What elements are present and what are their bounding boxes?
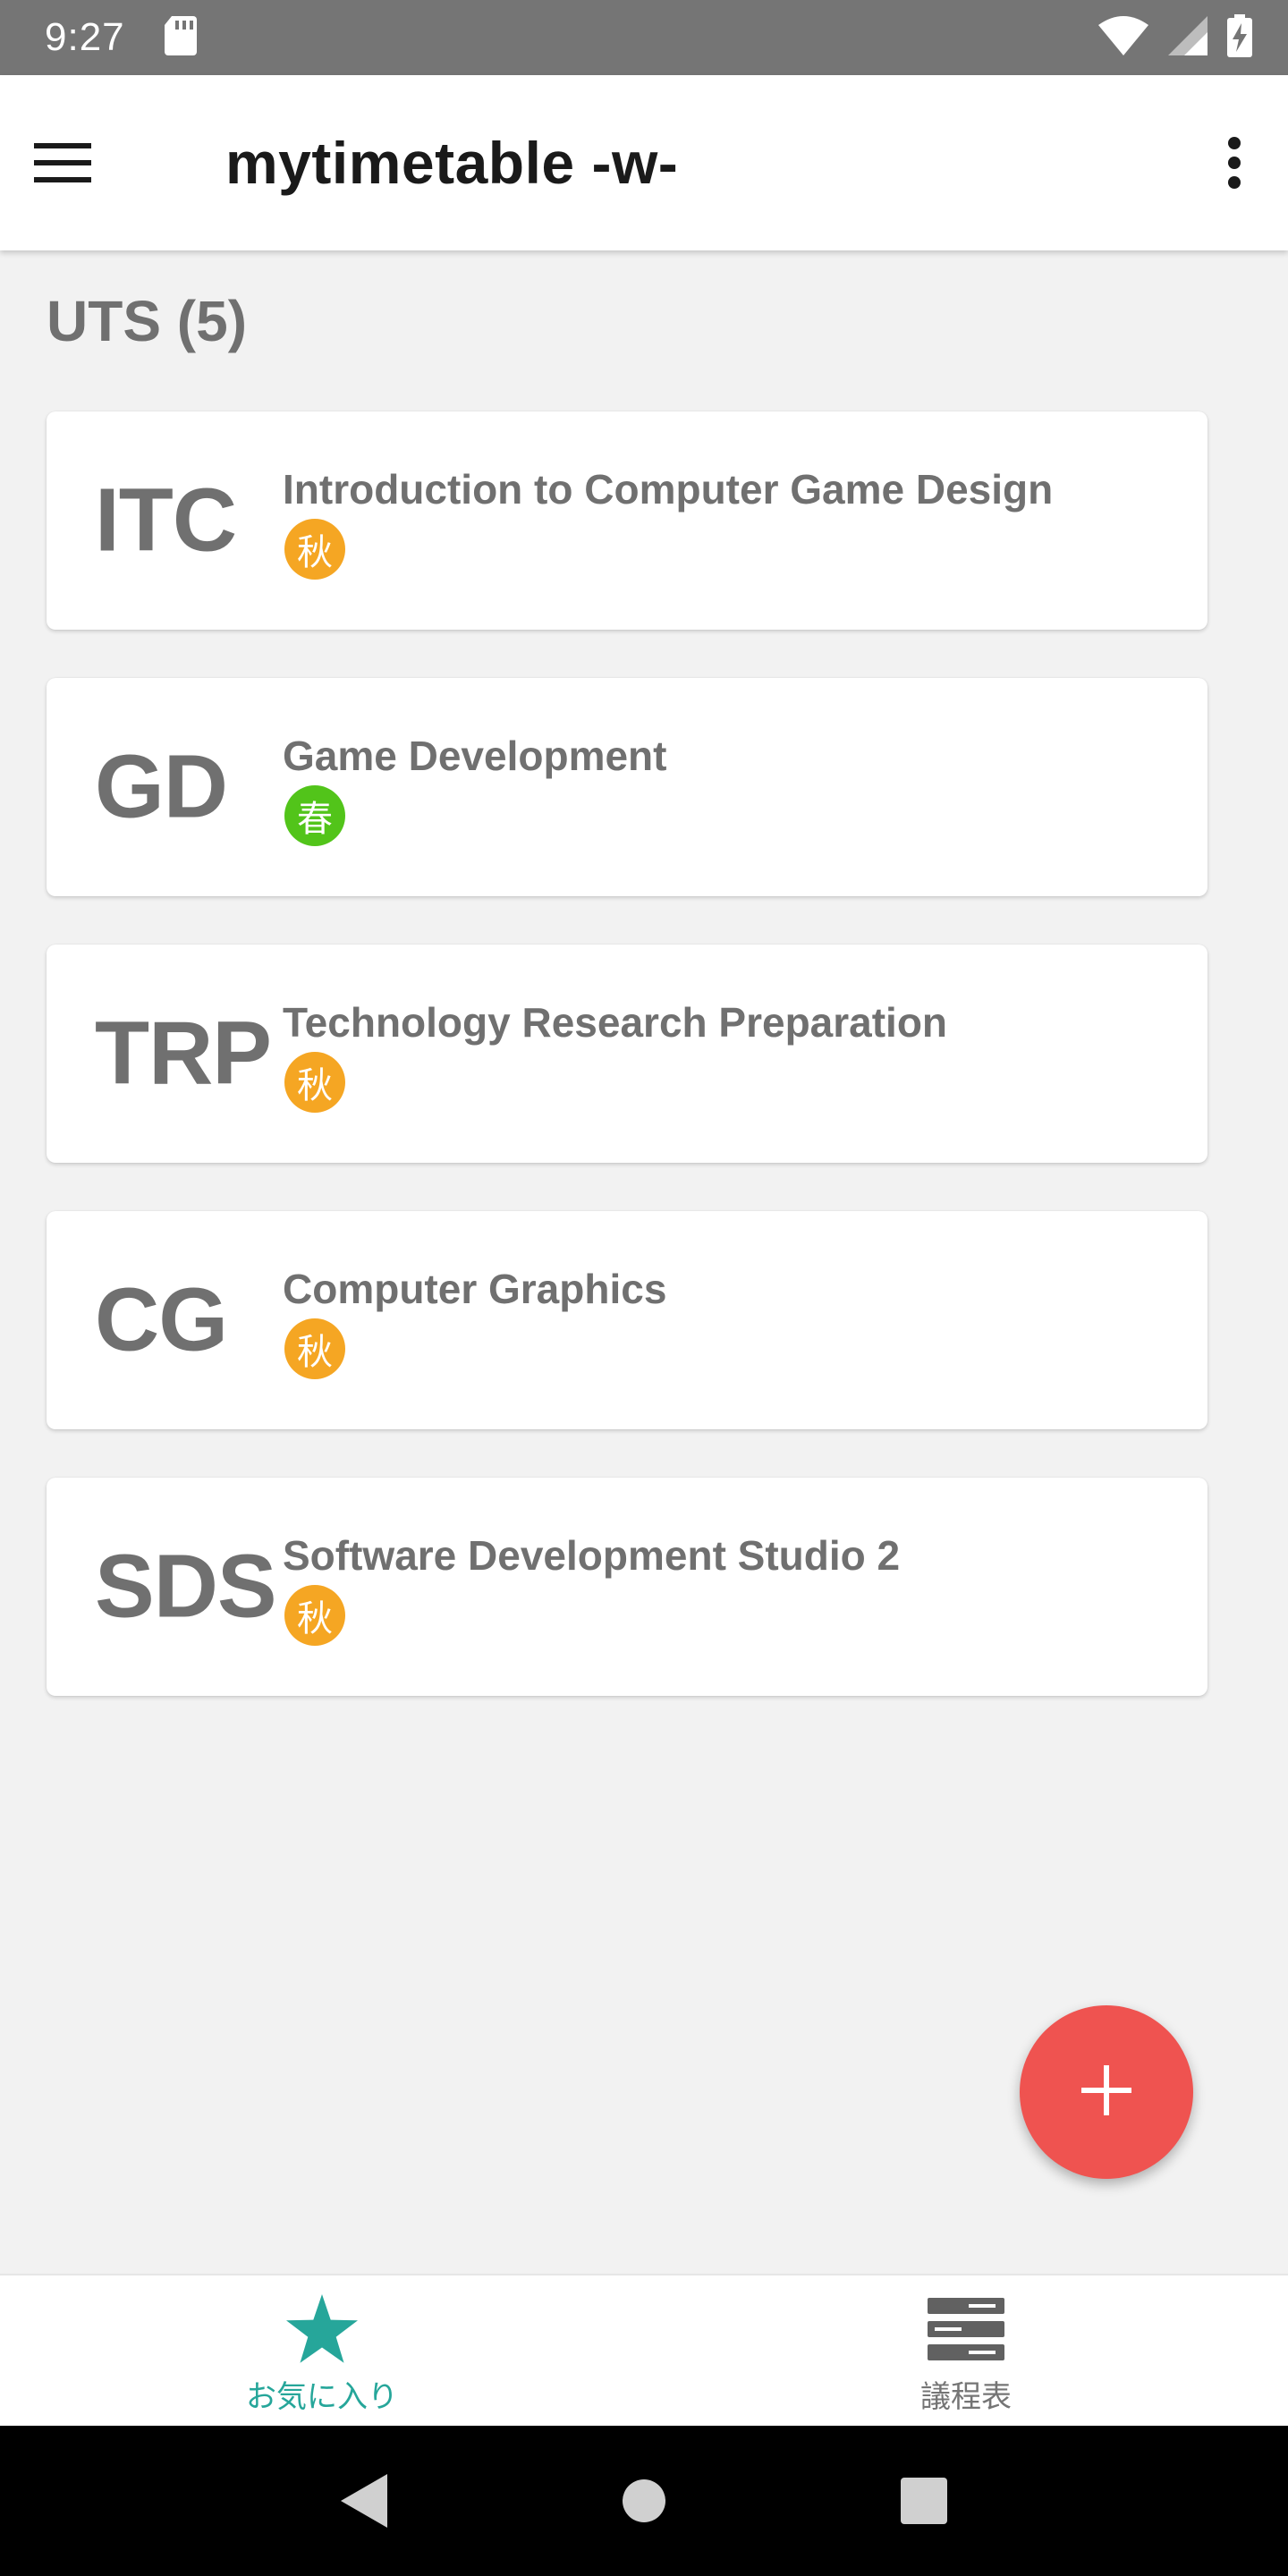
nav-favorites[interactable]: お気に入り [0, 2275, 644, 2426]
course-abbr: GD [95, 736, 228, 837]
course-abbr: ITC [95, 470, 237, 571]
plus-icon [1081, 2064, 1131, 2120]
status-time: 9:27 [45, 15, 125, 59]
course-name: Computer Graphics [283, 1266, 667, 1312]
wifi-icon [1098, 15, 1148, 60]
season-badge: 秋 [284, 1052, 345, 1113]
system-nav-bar [0, 2426, 1288, 2576]
add-course-button[interactable] [1020, 2005, 1193, 2179]
status-bar: 9:27 [0, 0, 1288, 75]
course-abbr: CG [95, 1269, 228, 1370]
course-abbr: TRP [95, 1003, 272, 1104]
course-abbr: SDS [95, 1536, 277, 1637]
battery-charging-icon [1227, 13, 1252, 62]
bottom-nav: お気に入り 議程表 [0, 2274, 1288, 2426]
season-badge: 秋 [284, 1585, 345, 1646]
more-vert-icon[interactable] [1199, 127, 1270, 199]
course-name: Technology Research Preparation [283, 999, 948, 1046]
section-title: UTS (5) [47, 289, 247, 353]
course-card[interactable]: ITC Introduction to Computer Game Design… [47, 411, 1208, 630]
course-card[interactable]: TRP Technology Research Preparation 秋 [47, 945, 1208, 1163]
nav-agenda[interactable]: 議程表 [644, 2275, 1288, 2426]
nav-label: 議程表 [920, 2379, 1012, 2415]
back-icon[interactable] [333, 2470, 395, 2532]
season-badge: 春 [284, 785, 345, 846]
course-card[interactable]: SDS Software Development Studio 2 秋 [47, 1478, 1208, 1696]
app-title: mytimetable -w- [225, 130, 679, 196]
season-badge: 秋 [284, 1318, 345, 1379]
hamburger-menu-icon[interactable] [27, 127, 98, 199]
course-name: Introduction to Computer Game Design [283, 466, 1054, 513]
course-name: Game Development [283, 733, 667, 779]
course-card[interactable]: GD Game Development 春 [47, 678, 1208, 896]
nav-label: お気に入り [246, 2379, 398, 2415]
star-icon [285, 2293, 359, 2365]
course-name: Software Development Studio 2 [283, 1532, 901, 1579]
home-icon[interactable] [613, 2470, 675, 2532]
list-icon [928, 2293, 1004, 2365]
season-badge: 秋 [284, 519, 345, 580]
course-card[interactable]: CG Computer Graphics 秋 [47, 1211, 1208, 1429]
recents-icon[interactable] [893, 2470, 955, 2532]
app-bar: mytimetable -w- [0, 75, 1288, 250]
sd-card-icon [164, 15, 197, 60]
course-list: ITC Introduction to Computer Game Design… [47, 411, 1208, 1744]
screen: 9:27 mytimetable -w- UTS (5) ITC Introdu… [0, 0, 1288, 2576]
cell-signal-icon [1168, 15, 1208, 60]
